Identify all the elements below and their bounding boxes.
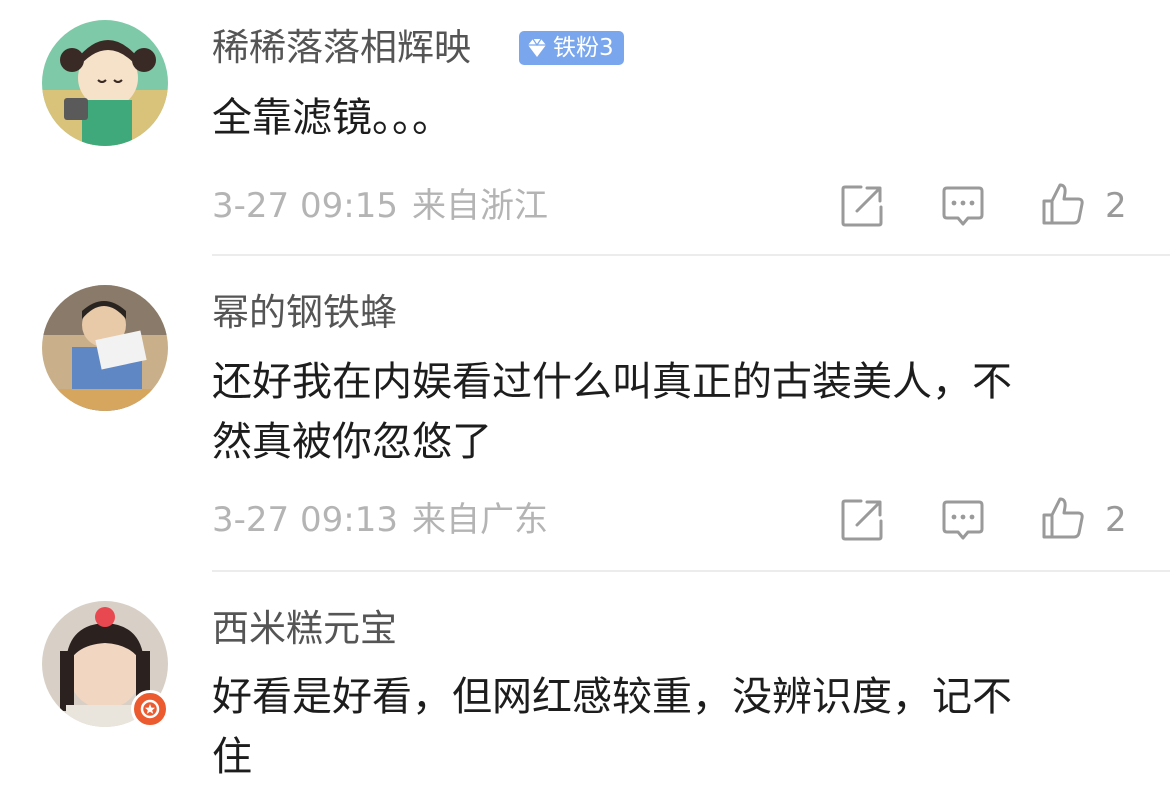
comment-location: 来自广东 (411, 500, 548, 540)
username[interactable]: 西米糕元宝 (212, 606, 397, 652)
comment-text: 全靠滤镜。。。 (212, 88, 1142, 148)
like-count: 2 (1105, 500, 1127, 540)
comment-location: 来自浙江 (411, 186, 548, 226)
thumbs-up-icon[interactable] (1040, 181, 1086, 227)
comment-time: 3-27 09:15 (212, 186, 398, 226)
comment-line: 全靠滤镜。。。 (212, 95, 452, 141)
fan-badge[interactable]: 铁粉3 (519, 31, 624, 65)
comment-line: 住 (212, 734, 252, 780)
divider (212, 254, 1170, 256)
share-icon[interactable] (839, 183, 885, 229)
username[interactable]: 幂的钢铁蜂 (212, 290, 397, 336)
comment-line: 好看是好看，但网红感较重，没辨识度，记不 (212, 674, 1012, 720)
avatar[interactable] (42, 285, 168, 411)
username[interactable]: 稀稀落落相辉映 (212, 25, 471, 71)
comment-meta: 3-27 09:13 来自广东 (212, 500, 548, 540)
comment-text: 还好我在内娱看过什么叫真正的古装美人，不 然真被你忽悠了 (212, 352, 1142, 472)
avatar[interactable] (42, 20, 168, 146)
divider (212, 570, 1170, 572)
comment-meta: 3-27 09:15 来自浙江 (212, 186, 548, 226)
comment-text: 好看是好看，但网红感较重，没辨识度，记不 住 (212, 667, 1142, 787)
share-icon[interactable] (839, 497, 885, 543)
comment-time: 3-27 09:13 (212, 500, 398, 540)
comment-line: 还好我在内娱看过什么叫真正的古装美人，不 (212, 359, 1012, 405)
like-count: 2 (1105, 186, 1127, 226)
comment-line: 然真被你忽悠了 (212, 419, 492, 465)
comment-icon[interactable] (940, 497, 986, 543)
badge-label: 铁粉3 (553, 35, 614, 61)
thumbs-up-icon[interactable] (1040, 495, 1086, 541)
diamond-icon (528, 38, 546, 57)
comment-icon[interactable] (940, 183, 986, 229)
vip-badge-icon (131, 690, 169, 728)
